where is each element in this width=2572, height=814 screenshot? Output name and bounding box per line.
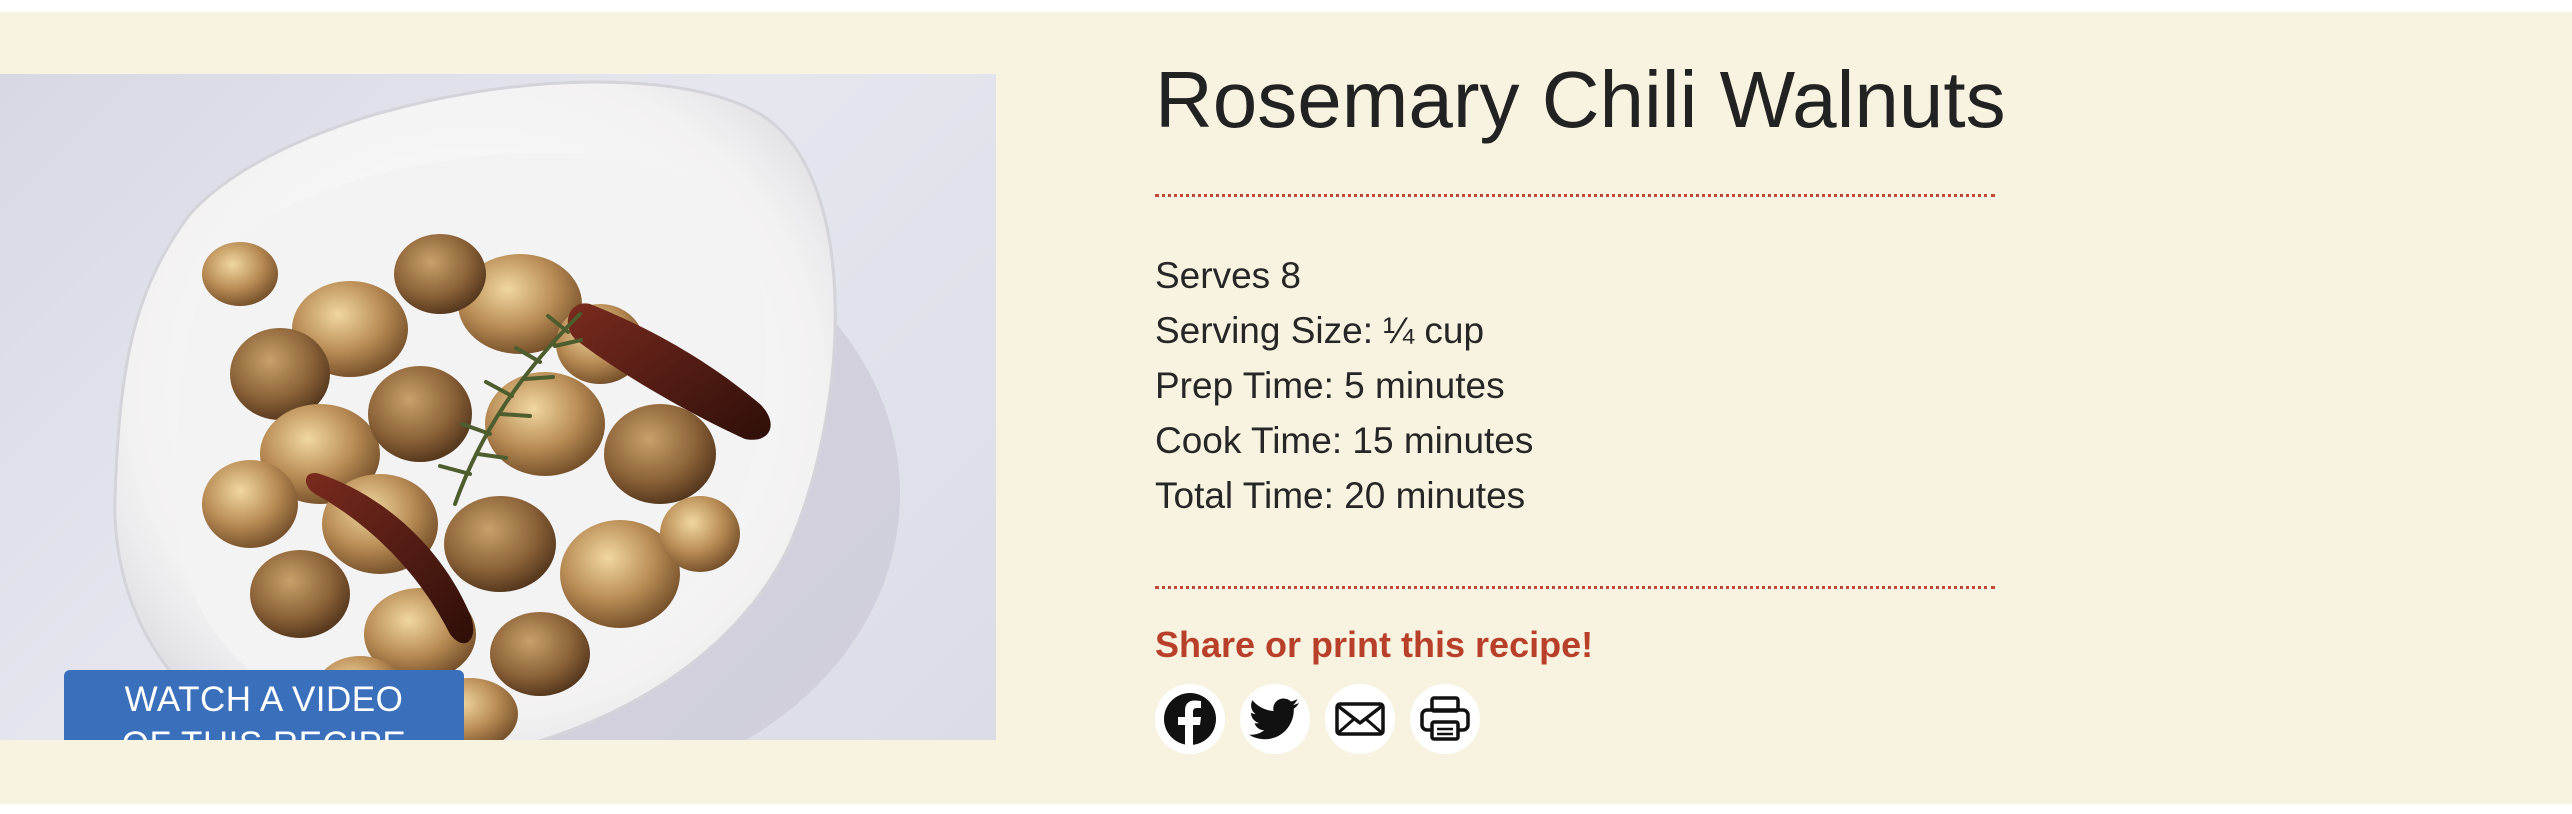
serving-size-text: Serving Size: ¼ cup bbox=[1155, 310, 1485, 351]
print-share-button[interactable] bbox=[1410, 684, 1480, 754]
recipe-photo: WATCH A VIDEO OF THIS RECIPE bbox=[0, 74, 996, 740]
email-icon bbox=[1335, 702, 1385, 736]
recipe-title: Rosemary Chili Walnuts bbox=[1155, 55, 2006, 144]
recipe-info: Rosemary Chili Walnuts Serves 8 Serving … bbox=[1155, 50, 2006, 754]
share-icons bbox=[1155, 684, 1480, 754]
watch-video-button[interactable]: WATCH A VIDEO OF THIS RECIPE bbox=[64, 670, 464, 740]
twitter-share-button[interactable] bbox=[1240, 684, 1310, 754]
facebook-icon bbox=[1164, 693, 1216, 745]
servings-text: Serves 8 bbox=[1155, 255, 1302, 296]
total-time-text: Total Time: 20 minutes bbox=[1155, 475, 1526, 516]
print-icon bbox=[1420, 696, 1470, 741]
twitter-icon bbox=[1249, 698, 1299, 740]
watch-video-line-2: OF THIS RECIPE bbox=[64, 722, 464, 740]
watch-video-line-1: WATCH A VIDEO bbox=[124, 680, 404, 719]
share-heading: Share or print this recipe! bbox=[1155, 624, 1594, 665]
dotted-divider-bottom bbox=[1155, 586, 1995, 589]
facebook-share-button[interactable] bbox=[1155, 684, 1225, 754]
prep-time-text: Prep Time: 5 minutes bbox=[1155, 365, 1505, 406]
walnut-bowl-image bbox=[113, 80, 900, 740]
dotted-divider-top bbox=[1155, 194, 1995, 197]
recipe-details: Serves 8 Serving Size: ¼ cup Prep Time: … bbox=[1155, 248, 1533, 523]
email-share-button[interactable] bbox=[1325, 684, 1395, 754]
cook-time-text: Cook Time: 15 minutes bbox=[1155, 420, 1534, 461]
